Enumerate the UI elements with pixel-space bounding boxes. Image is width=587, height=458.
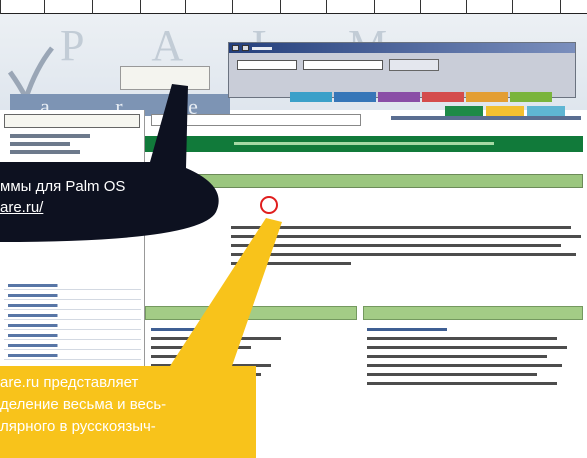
nav-tabs: [290, 92, 552, 102]
dark-callout-line1: ммы для Palm OS: [0, 178, 126, 195]
advanced-search-link[interactable]: [391, 116, 581, 120]
yellow-callout-line3: лярного в русскоязыч-: [0, 418, 156, 435]
yellow-callout-text: are.ru представляет деление весьма и вес…: [0, 372, 250, 438]
screenshot-window: [228, 42, 576, 98]
search-form: [229, 53, 575, 77]
window-titlebar: [229, 43, 575, 53]
tab-5[interactable]: [466, 92, 508, 102]
tab-1[interactable]: [290, 92, 332, 102]
search-label-box: [237, 60, 297, 70]
tab-4[interactable]: [422, 92, 464, 102]
top-downloads-header: [363, 306, 583, 320]
category-select[interactable]: [303, 60, 383, 70]
page-top-strip: [0, 0, 587, 14]
search-button[interactable]: [389, 59, 439, 71]
tab-3[interactable]: [378, 92, 420, 102]
tab-2[interactable]: [334, 92, 376, 102]
tab-6[interactable]: [510, 92, 552, 102]
yellow-callout-line1: are.ru представляет: [0, 374, 139, 391]
yellow-callout-line2: деление весьма и весь-: [0, 396, 167, 413]
top-downloads-list: [367, 328, 577, 391]
